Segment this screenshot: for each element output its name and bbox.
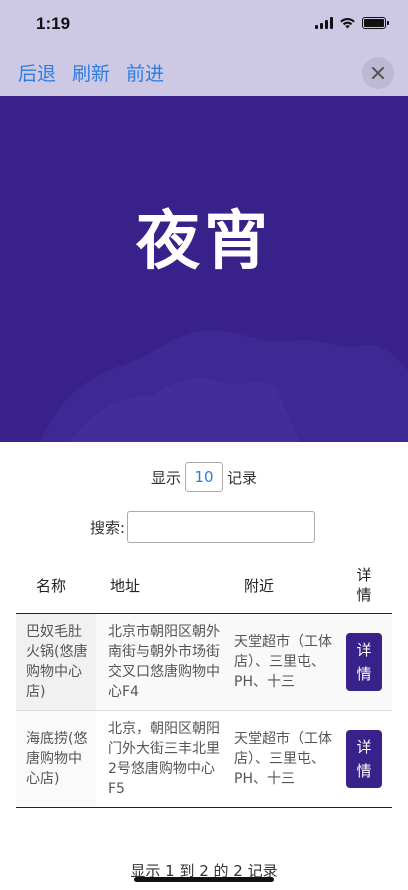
cell-address: 北京市朝阳区朝外南街与朝外市场街交叉口悠唐购物中心F4: [96, 613, 226, 711]
length-suffix-label: 记录: [227, 468, 258, 487]
forward-button[interactable]: 前进: [126, 59, 164, 86]
search-input[interactable]: [127, 511, 316, 543]
cell-name: 海底捞(悠唐购物中心店): [16, 710, 96, 808]
page-title: 夜宵: [136, 205, 272, 279]
status-icons: [315, 16, 389, 29]
battery-icon: [362, 16, 389, 29]
close-button[interactable]: [362, 57, 394, 89]
header-name[interactable]: 名称: [16, 558, 96, 614]
header-detail[interactable]: 详情: [336, 558, 392, 614]
header-address[interactable]: 地址: [96, 558, 226, 614]
status-time: 1:19: [36, 14, 71, 33]
cell-nearby: 天堂超市（工体店）、三里屯、PH、十三: [226, 710, 336, 808]
close-icon: [372, 67, 384, 79]
cell-address: 北京，朝阳区朝阳门外大街三丰北里2号悠唐购物中心F5: [96, 710, 226, 808]
header-detail-label: 详情: [356, 566, 372, 605]
refresh-button[interactable]: 刷新: [72, 59, 110, 86]
length-prefix-label: 显示: [150, 468, 181, 487]
results-table: 名称 地址 附近 详情 巴奴毛肚火锅(悠唐购物中心店) 北京市朝阳区朝外南街与朝…: [16, 558, 392, 808]
cell-nearby: 天堂超市（工体店）、三里屯、PH、十三: [226, 613, 336, 711]
detail-button[interactable]: 详情: [346, 632, 382, 691]
search-label: 搜索:: [90, 518, 126, 537]
cell-name: 巴奴毛肚火锅(悠唐购物中心店): [16, 613, 96, 711]
home-indicator[interactable]: [134, 877, 274, 882]
wifi-icon: [340, 17, 355, 29]
hero-banner: 夜宵: [0, 96, 408, 442]
header-nearby[interactable]: 附近: [226, 558, 336, 614]
detail-button-label: 详情: [356, 640, 372, 683]
status-bar: 1:19: [0, 0, 408, 48]
table-row: 巴奴毛肚火锅(悠唐购物中心店) 北京市朝阳区朝外南街与朝外市场街交叉口悠唐购物中…: [16, 613, 392, 711]
detail-button-label: 详情: [356, 737, 372, 780]
page-length-control: 显示 10 记录: [0, 462, 408, 492]
page-length-select[interactable]: 10: [185, 462, 223, 492]
detail-button[interactable]: 详情: [346, 729, 382, 788]
browser-nav-bar: 后退 刷新 前进: [0, 48, 408, 96]
table-row: 海底捞(悠唐购物中心店) 北京，朝阳区朝阳门外大街三丰北里2号悠唐购物中心F5 …: [16, 710, 392, 808]
cellular-signal-icon: [315, 16, 333, 29]
back-button[interactable]: 后退: [18, 59, 56, 86]
search-control: 搜索:: [90, 511, 316, 543]
table-header-row: 名称 地址 附近 详情: [16, 558, 392, 614]
